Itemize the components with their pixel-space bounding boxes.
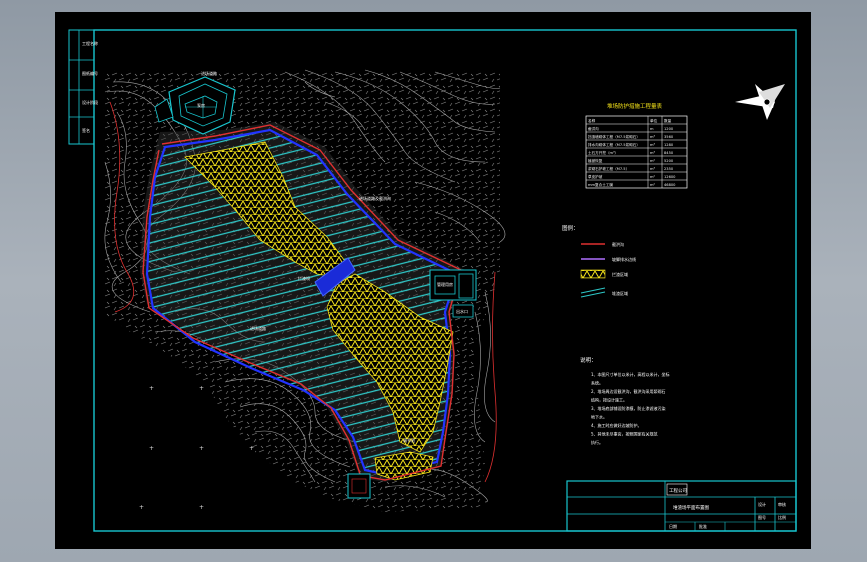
table-cell: 2350	[664, 167, 674, 171]
table-cell: m	[650, 127, 654, 131]
svg-text:+: +	[139, 504, 144, 511]
table-title: 堆场防护措施工程量表	[607, 102, 663, 110]
table-cell: 1200	[664, 127, 674, 131]
side-cell-3: 设计阶段	[82, 99, 98, 105]
svg-text:+: +	[199, 504, 204, 511]
title-block[interactable]: 工程公司 堆渣场平面布置图 设计 审核 图号 比例 日期 批准	[566, 480, 797, 532]
company-name: 工程公司	[669, 487, 687, 494]
note-line: 系统。	[591, 380, 603, 386]
legend-item-3: 拦渣区域	[612, 271, 628, 277]
note-line: 结构，按设计施工。	[591, 397, 627, 403]
table-cell: 46800	[664, 183, 676, 187]
side-cell-4: 签名	[82, 127, 90, 133]
side-column	[68, 29, 95, 145]
table-header-cell: 单位	[650, 118, 658, 123]
table-cell: m³	[650, 151, 656, 155]
table-cell: 土石方开挖（m³）	[588, 150, 618, 155]
table-cell: 挡渣墙砌体工程（M7.5浆砌石）	[588, 134, 640, 139]
drawing-name: 堆渣场平面布置图	[673, 504, 709, 511]
table-cell: 草皮护坡	[588, 174, 603, 179]
table-cell: mm复合土工膜	[588, 182, 613, 187]
svg-text:+: +	[199, 445, 204, 452]
table-cell: 植被恢复	[588, 158, 603, 163]
table-header-cell: 数量	[664, 118, 672, 123]
table-cell: 排水沟砌体工程（M7.5浆砌石）	[588, 142, 640, 147]
note-line: 3、堆场底部铺设防渗膜，防止渗滤液污染	[591, 405, 666, 411]
note-line: 2、堆场周边设截洪沟，截洪沟采用浆砌石	[591, 388, 666, 394]
notes-title: 说明：	[580, 356, 597, 364]
legend-item-1: 截洪沟	[612, 241, 624, 247]
legend-title: 图例：	[562, 224, 579, 232]
note-line: 地下水。	[591, 414, 607, 420]
table-cell: 8450	[664, 151, 674, 155]
svg-text:+: +	[149, 445, 154, 452]
note-line: 5、其他未尽事宜，按照国家有关规范	[591, 431, 658, 437]
tb-cell-4: 比例	[778, 514, 786, 520]
svg-text:+: +	[249, 445, 254, 452]
table-header-cell: 名称	[588, 118, 596, 123]
table-cell: 5200	[664, 159, 674, 163]
cad-drawing-canvas[interactable]: 工程名称 图纸编号 设计阶段 签名 拦渣坝 泵房 进场道路 管理用房 出水口 进…	[55, 12, 811, 549]
tb-cell-1: 设计	[758, 501, 766, 507]
side-cell-1: 工程名称	[82, 40, 98, 46]
table-cell: m³	[650, 167, 656, 171]
table-cell: 1280	[664, 143, 674, 147]
svg-text:+: +	[149, 385, 154, 392]
tb-cell-5: 日期	[669, 523, 677, 529]
table-cell: m²	[650, 159, 656, 163]
table-cell: 截洪沟	[588, 126, 599, 131]
side-note-label: 进场道路及截洪沟	[359, 195, 391, 201]
note-line: 1、本图尺寸单位以米计，高程以米计，坐标	[591, 371, 670, 377]
north-road-label: 进场道路	[201, 70, 217, 76]
drawing-sheet[interactable]: 工程名称 图纸编号 设计阶段 签名 拦渣坝 泵房 进场道路 管理用房 出水口 进…	[55, 12, 811, 549]
tb-cell-3: 图号	[758, 514, 766, 520]
legend-item-2: 坡脚排水边线	[612, 256, 636, 262]
table-cell: 浆砌石护坡工程（M7.5）	[588, 166, 629, 171]
legend: 图例： 截洪沟 坡脚排水边线 拦渣区域 堆渣区域	[562, 224, 636, 298]
table-cell: 12600	[664, 175, 676, 179]
north-arrow-icon	[735, 84, 785, 120]
quantity-table[interactable]: 堆场防护措施工程量表 名称 单位 数量截洪沟 m 1200 挡渣墙砌体工程（M7.5浆砌石…	[585, 102, 688, 189]
south-road-label: 进场道路	[250, 325, 266, 331]
table-cell: m³	[650, 135, 656, 139]
design-notes: 说明： 1、本图尺寸单位以米计，高程以米计，坐标 系统。 2、堆场周边设截洪沟，截…	[580, 356, 670, 445]
table-cell: m²	[650, 175, 656, 179]
side-cell-2: 图纸编号	[82, 70, 98, 76]
management-label: 管理用房	[437, 281, 453, 287]
note-line: 执行。	[591, 439, 603, 445]
table-cell: 3560	[664, 135, 674, 139]
outlet-label: 出水口	[456, 308, 468, 314]
svg-text:+: +	[199, 385, 204, 392]
table-cell: m³	[650, 143, 656, 147]
note-line: 4、施工时应做好边坡防护。	[591, 422, 642, 428]
legend-item-4: 堆渣区域	[612, 290, 628, 296]
table-cell: m²	[650, 183, 656, 187]
tb-cell-6: 批准	[699, 523, 707, 529]
pump-station-label: 泵房	[197, 102, 205, 108]
tb-cell-2: 审核	[778, 501, 786, 507]
regulating-pond-label: 调节池	[403, 437, 415, 443]
dam-label: 拦渣坝	[298, 275, 310, 281]
